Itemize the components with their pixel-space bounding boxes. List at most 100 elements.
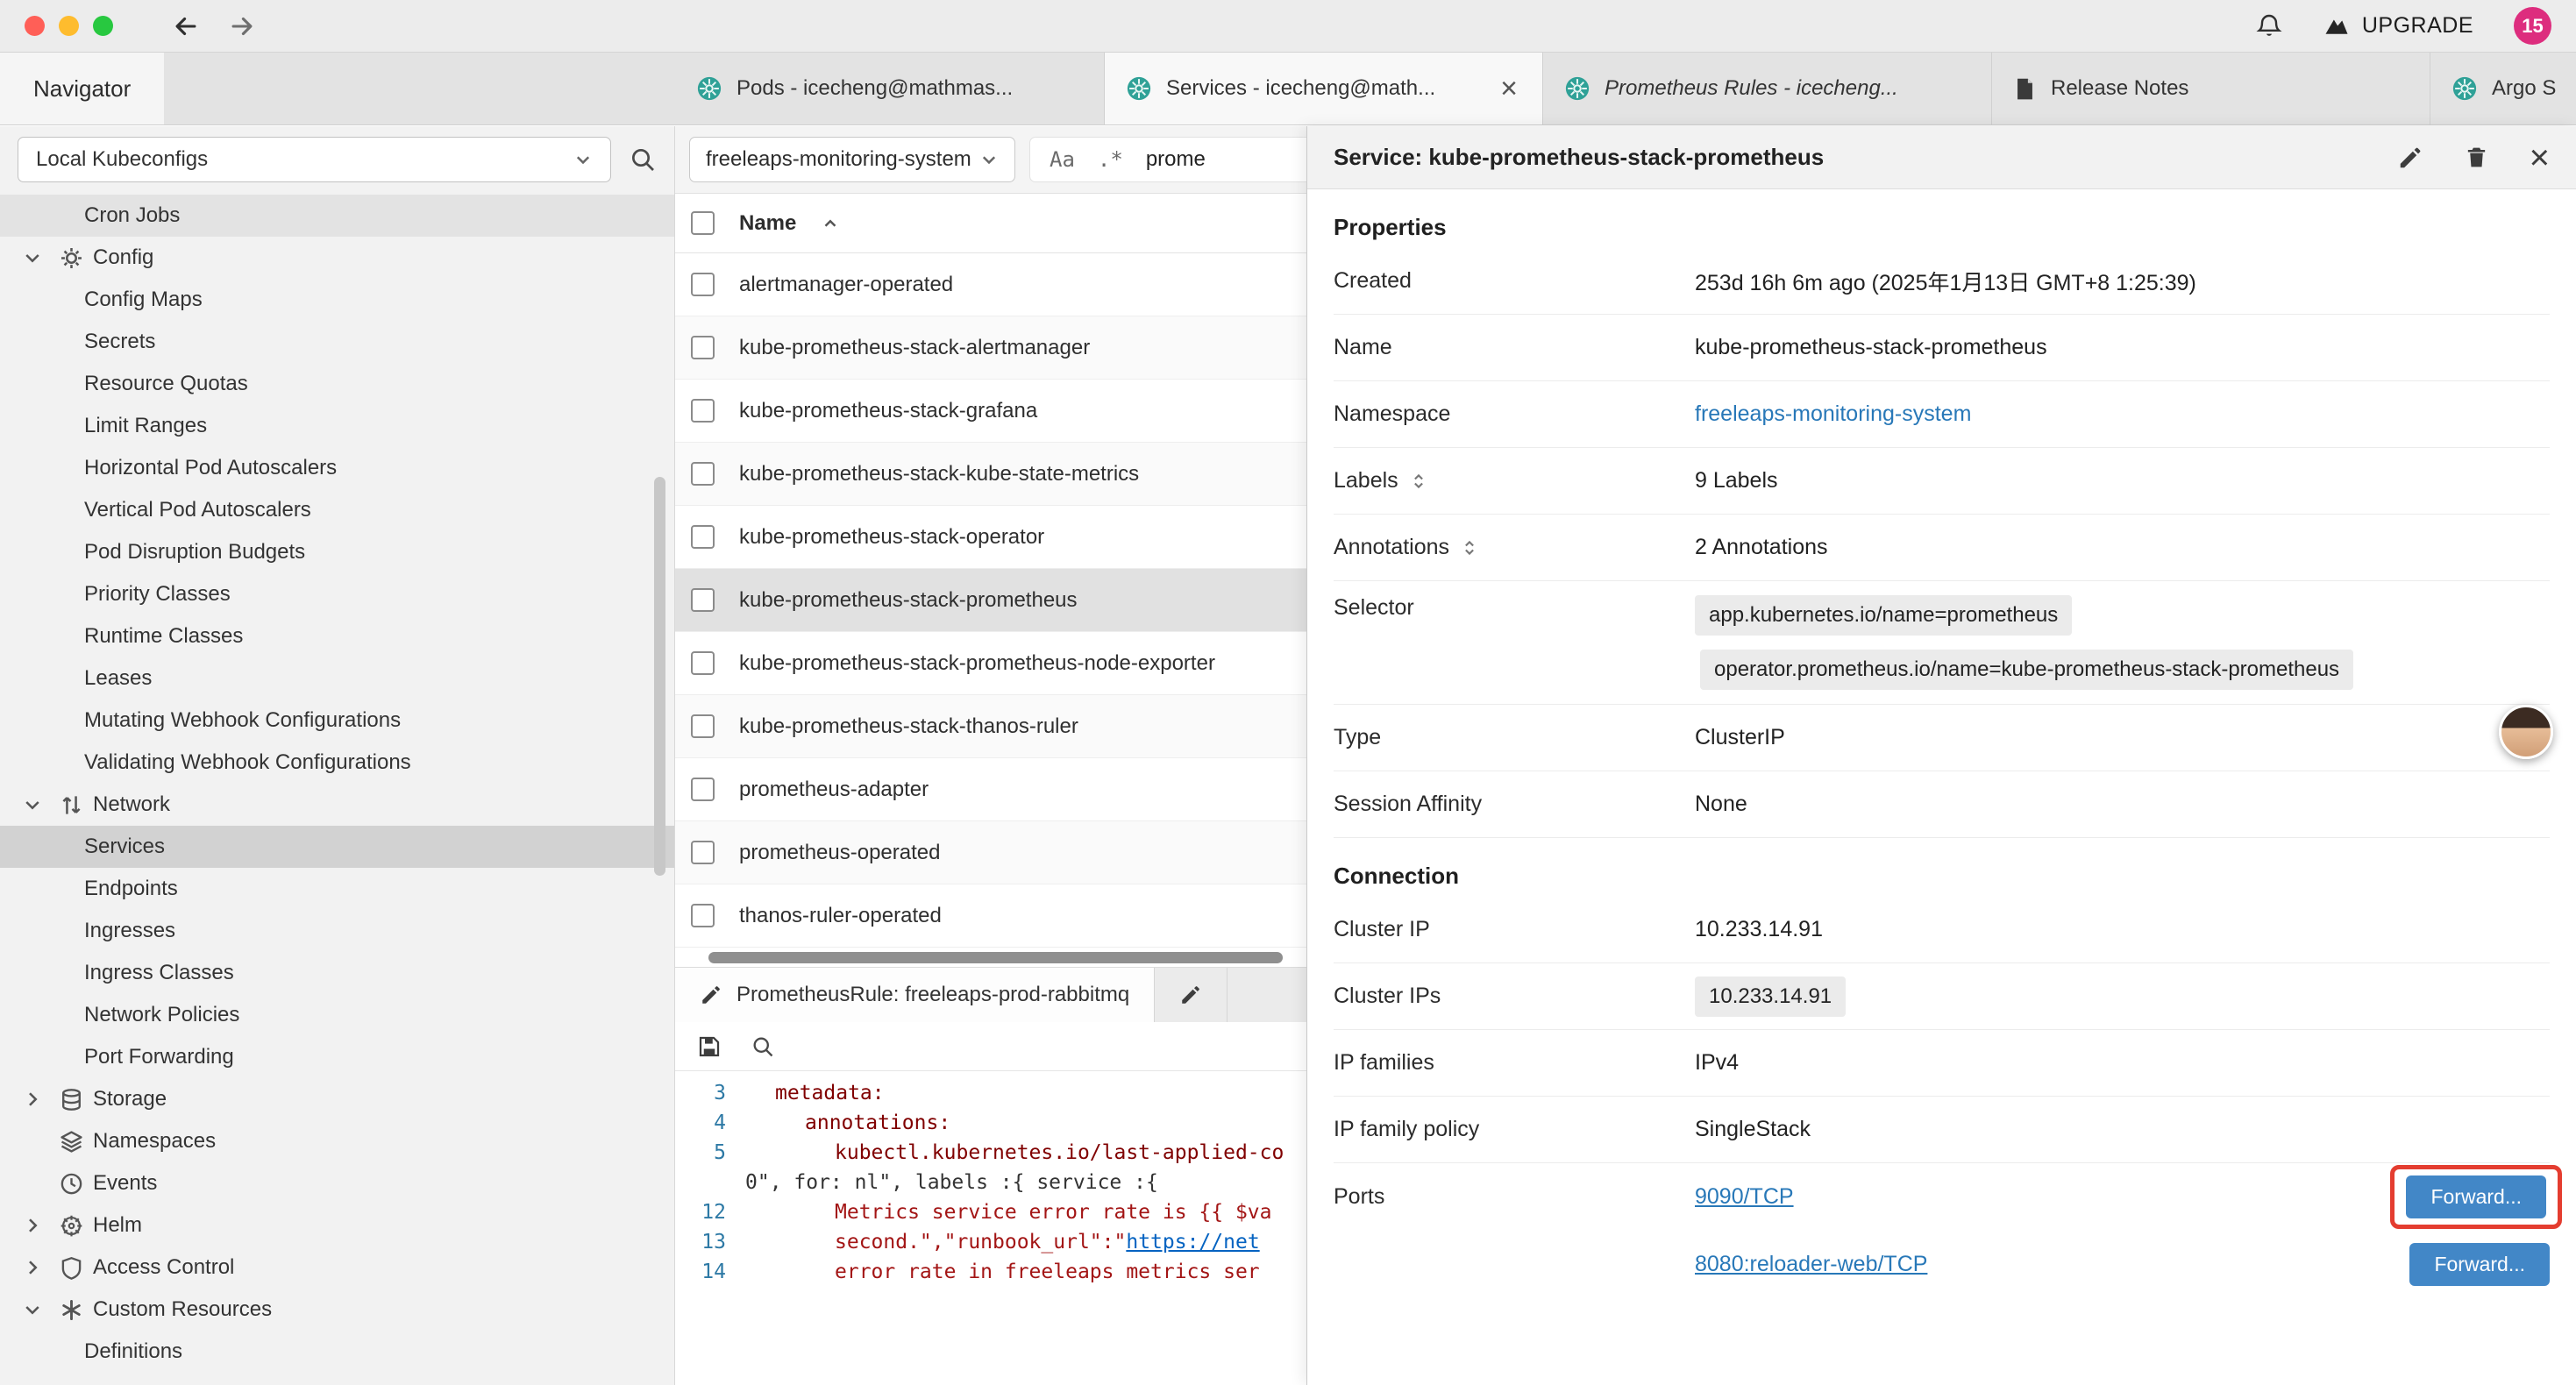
avatar[interactable] [2499, 705, 2553, 759]
sidebar-item-helm[interactable]: Helm [0, 1204, 674, 1246]
expand-collapse-icon[interactable] [1409, 472, 1428, 491]
sidebar-item-leases[interactable]: Leases [0, 657, 674, 700]
tab-prometheus-rules[interactable]: Prometheus Rules - icecheng... [1543, 53, 1992, 124]
sidebar-item-events[interactable]: Events [0, 1162, 674, 1204]
tab-label: Argo S [2492, 76, 2576, 101]
property-row-namespace: Namespace freeleaps-monitoring-system [1334, 381, 2550, 448]
sidebar-item-services[interactable]: Services [0, 826, 674, 868]
sidebar-item-config-maps[interactable]: Config Maps [0, 279, 674, 321]
dock-tab-next[interactable] [1155, 968, 1228, 1022]
sidebar-item-runtime-classes[interactable]: Runtime Classes [0, 615, 674, 657]
sidebar-item-label: Cron Jobs [84, 203, 180, 228]
sidebar-scrollbar[interactable] [654, 477, 665, 876]
chevron-down-icon[interactable] [14, 794, 51, 815]
sidebar-item-network-policies[interactable]: Network Policies [0, 994, 674, 1036]
forward-button[interactable]: Forward... [2409, 1243, 2550, 1286]
row-checkbox[interactable] [691, 778, 715, 801]
property-label: Type [1334, 725, 1695, 750]
row-checkbox[interactable] [691, 588, 715, 612]
row-checkbox[interactable] [691, 714, 715, 738]
chevron-right-icon[interactable] [14, 1089, 51, 1110]
property-label: Namespace [1334, 401, 1695, 427]
sidebar-item-vertical-pod-autoscalers[interactable]: Vertical Pod Autoscalers [0, 489, 674, 531]
port-row: 8080:reloader-web/TCP Forward... [1695, 1231, 2550, 1298]
service-name: prometheus-operated [739, 841, 940, 865]
kubernetes-icon [2451, 75, 2478, 102]
close-tab-icon[interactable]: × [1497, 74, 1521, 103]
minimize-window-button[interactable] [59, 16, 79, 36]
row-checkbox[interactable] [691, 273, 715, 296]
sidebar-item-validating-webhook-configurations[interactable]: Validating Webhook Configurations [0, 742, 674, 784]
chevron-right-icon[interactable] [14, 1215, 51, 1236]
delete-trash-icon[interactable] [2464, 145, 2489, 170]
name-column-header[interactable]: Name [739, 211, 796, 236]
maximize-window-button[interactable] [93, 16, 113, 36]
close-drawer-icon[interactable]: × [2530, 140, 2550, 175]
chevron-right-icon[interactable] [14, 1257, 51, 1278]
upgrade-button[interactable]: UPGRADE [2323, 13, 2473, 39]
sidebar-item-priority-classes[interactable]: Priority Classes [0, 573, 674, 615]
back-button[interactable] [171, 11, 201, 41]
sidebar-item-storage[interactable]: Storage [0, 1078, 674, 1120]
expand-collapse-icon[interactable] [1460, 538, 1479, 558]
property-row-selector: Selector app.kubernetes.io/name=promethe… [1334, 581, 2550, 705]
notification-count-badge[interactable]: 15 [2514, 7, 2551, 45]
sidebar-item-pod-disruption-budgets[interactable]: Pod Disruption Budgets [0, 531, 674, 573]
custom-resources-icon [51, 1298, 91, 1322]
sidebar-item-ingress-classes[interactable]: Ingress Classes [0, 952, 674, 994]
tab-argo[interactable]: Argo S [2430, 53, 2576, 124]
sidebar-item-config[interactable]: Config [0, 237, 674, 279]
row-checkbox[interactable] [691, 841, 715, 864]
sidebar-item-custom-resources[interactable]: Custom Resources [0, 1289, 674, 1331]
sidebar-item-limit-ranges[interactable]: Limit Ranges [0, 405, 674, 447]
tab-release-notes[interactable]: Release Notes [1992, 53, 2430, 124]
row-checkbox[interactable] [691, 904, 715, 927]
row-checkbox[interactable] [691, 399, 715, 423]
edit-pencil-icon[interactable] [2397, 145, 2423, 171]
row-checkbox[interactable] [691, 462, 715, 486]
sidebar-item-mutating-webhook-configurations[interactable]: Mutating Webhook Configurations [0, 700, 674, 742]
tab-label: Release Notes [2051, 76, 2409, 101]
forward-button[interactable] [227, 11, 257, 41]
dock-tab-label: PrometheusRule: freeleaps-prod-rabbitmq [737, 983, 1129, 1007]
sidebar-item-definitions[interactable]: Definitions [0, 1331, 674, 1373]
sidebar-item-access-control[interactable]: Access Control [0, 1246, 674, 1289]
close-window-button[interactable] [25, 16, 45, 36]
sidebar-item-port-forwarding[interactable]: Port Forwarding [0, 1036, 674, 1078]
sidebar-item-network[interactable]: Network [0, 784, 674, 826]
tab-pods[interactable]: Pods - icecheng@mathmas... [675, 53, 1105, 124]
forward-button[interactable]: Forward... [2406, 1175, 2546, 1218]
chevron-down-icon[interactable] [14, 247, 51, 268]
row-checkbox[interactable] [691, 651, 715, 675]
match-case-toggle[interactable]: Aa [1050, 147, 1075, 172]
chevron-down-icon[interactable] [14, 1299, 51, 1320]
sidebar-tree: Cron Jobs ConfigConfig MapsSecretsResourc… [0, 195, 674, 1385]
sidebar-item-ingresses[interactable]: Ingresses [0, 910, 674, 952]
sidebar-item-cron-jobs[interactable]: Cron Jobs [0, 195, 674, 237]
editor-search-icon[interactable] [751, 1034, 775, 1059]
property-row-cluster-ips: Cluster IPs 10.233.14.91 [1334, 963, 2550, 1030]
notifications-bell-icon[interactable] [2255, 12, 2283, 40]
sidebar-search-icon[interactable] [629, 146, 657, 174]
tab-services[interactable]: Services - icecheng@math... × [1105, 53, 1543, 124]
sidebar-item-horizontal-pod-autoscalers[interactable]: Horizontal Pod Autoscalers [0, 447, 674, 489]
titlebar: UPGRADE 15 [0, 0, 2576, 53]
row-checkbox[interactable] [691, 336, 715, 359]
sidebar-item-secrets[interactable]: Secrets [0, 321, 674, 363]
port-link-8080-reloader-web[interactable]: 8080:reloader-web/TCP [1695, 1252, 1927, 1277]
select-all-checkbox[interactable] [691, 211, 715, 235]
sidebar-item-endpoints[interactable]: Endpoints [0, 868, 674, 910]
save-icon[interactable] [696, 1033, 722, 1060]
property-value: 10.233.14.91 [1695, 917, 2550, 942]
regex-toggle[interactable]: .* [1098, 147, 1123, 172]
namespace-link[interactable]: freeleaps-monitoring-system [1695, 401, 1971, 427]
sidebar-item-resource-quotas[interactable]: Resource Quotas [0, 363, 674, 405]
kubeconfig-select[interactable]: Local Kubeconfigs [18, 137, 611, 182]
namespace-select[interactable]: freeleaps-monitoring-system [689, 137, 1015, 182]
dock-tab-prometheusrule[interactable]: PrometheusRule: freeleaps-prod-rabbitmq [675, 968, 1155, 1022]
row-checkbox[interactable] [691, 525, 715, 549]
service-name: kube-prometheus-stack-operator [739, 525, 1044, 550]
port-link-9090[interactable]: 9090/TCP [1695, 1184, 1794, 1210]
sidebar-item-namespaces[interactable]: Namespaces [0, 1120, 674, 1162]
connection-section-title: Connection [1334, 863, 2550, 890]
